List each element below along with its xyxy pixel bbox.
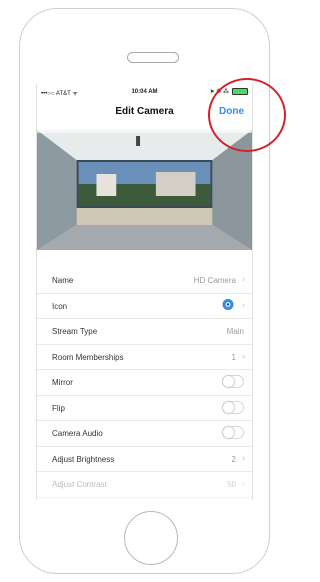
mirror-toggle[interactable] (222, 375, 244, 388)
setting-label: Stream Type (52, 327, 98, 336)
flip-toggle[interactable] (222, 400, 244, 414)
setting-label: Mirror (52, 378, 73, 387)
chevron-right-icon: › (242, 452, 245, 463)
phone-speaker (127, 52, 179, 63)
camera-audio-toggle[interactable] (222, 426, 244, 439)
toggle-knob (223, 376, 234, 387)
setting-value: 1 (231, 352, 236, 362)
chevron-right-icon: › (242, 299, 245, 310)
chevron-right-icon: › (242, 478, 245, 488)
setting-row-stream-type[interactable]: Stream Type Main (37, 319, 252, 345)
red-circle-highlight (208, 78, 286, 152)
setting-row-adjust-contrast[interactable]: Adjust Contrast 50 › (37, 472, 252, 498)
setting-label: Camera Audio (52, 429, 103, 438)
home-button[interactable] (124, 511, 178, 565)
toggle-knob (223, 401, 234, 413)
phone-screen: •••○○ AT&T ᯤ 10:04 AM ➤ ✱ ⁂ Edit Camera … (36, 84, 253, 500)
chevron-right-icon: › (242, 274, 245, 284)
camera-preview-image[interactable] (37, 130, 252, 250)
setting-row-icon[interactable]: Icon › (37, 294, 252, 319)
setting-row-mirror: Mirror (37, 370, 252, 396)
setting-label: Adjust Contrast (52, 480, 107, 489)
setting-value: 50 (227, 480, 236, 489)
setting-row-room-memberships[interactable]: Room Memberships 1 › (37, 345, 252, 370)
setting-row-flip: Flip (37, 396, 252, 421)
camera-icon (222, 298, 234, 310)
setting-label: Flip (52, 403, 65, 413)
setting-row-adjust-brightness[interactable]: Adjust Brightness 2 › (37, 447, 252, 472)
setting-value: HD Camera (193, 276, 236, 285)
setting-row-name[interactable]: Name HD Camera › (37, 268, 252, 294)
settings-list: Name HD Camera › Icon › Stream Type Main… (37, 268, 252, 498)
setting-label: Name (52, 276, 74, 285)
chevron-right-icon: › (242, 350, 245, 361)
toggle-knob (223, 427, 234, 438)
setting-label: Icon (52, 301, 68, 311)
setting-row-camera-audio: Camera Audio (37, 421, 252, 447)
setting-label: Room Memberships (52, 352, 124, 362)
setting-value: Main (226, 327, 244, 336)
setting-label: Adjust Brightness (52, 454, 115, 464)
setting-value: 2 (231, 454, 236, 464)
